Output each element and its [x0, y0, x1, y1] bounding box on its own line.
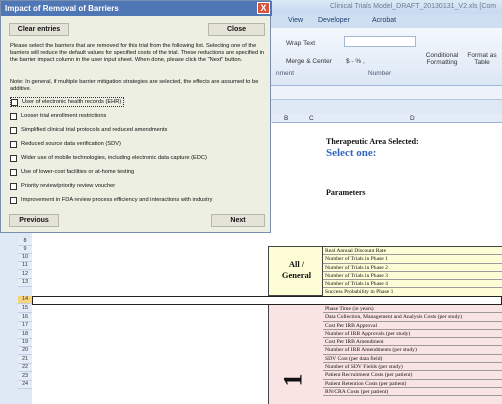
param-cell[interactable]: Patient Retention Costs (per patient): [323, 380, 502, 388]
checkbox[interactable]: [10, 112, 17, 120]
row-header[interactable]: 12: [18, 271, 32, 280]
row-header[interactable]: 20: [18, 347, 32, 356]
row-header[interactable]: 18: [18, 331, 32, 340]
note-text: Note: In general, if multiple barrier mi…: [10, 79, 259, 92]
all-general-label-line2: General: [281, 270, 312, 280]
barrier-option-label: Reduced source data verification (SDV): [21, 141, 121, 147]
param-cell[interactable]: Number of IRB Approvals (per study): [323, 330, 502, 339]
close-button[interactable]: Close: [208, 23, 265, 36]
barrier-options: User of electronic health records (EHR) …: [10, 97, 268, 207]
barrier-option[interactable]: Reduced source data verification (SDV): [10, 139, 121, 149]
row-header[interactable]: 13: [18, 279, 32, 288]
row-header[interactable]: 17: [18, 322, 32, 331]
checkbox[interactable]: [10, 196, 17, 204]
number-format-dropdown[interactable]: [344, 36, 416, 47]
dialog-title: Impact of Removal of Barriers: [1, 1, 272, 16]
param-cell[interactable]: Patient Recruitment Costs (per patient): [323, 371, 502, 380]
param-cell[interactable]: Number of SDV Fields (per study): [323, 363, 502, 372]
barrier-option[interactable]: Priority review/priority review voucher: [10, 181, 115, 191]
checkbox[interactable]: [10, 126, 17, 134]
general-params-list: Real Annual Discount Rate Number of Tria…: [323, 246, 502, 297]
checkbox[interactable]: [10, 182, 17, 190]
therapeutic-area-select[interactable]: Select one:: [326, 147, 376, 159]
barrier-option-label: Looser trial enrollment restrictions: [21, 113, 107, 119]
format-as-table-button[interactable]: Format as Table: [462, 52, 502, 66]
row-header[interactable]: 19: [18, 339, 32, 348]
window-title: Clinical Trials Model_DRAFT_20130131_V2.…: [330, 3, 497, 10]
barrier-option-label: User of electronic health records (EHR): [22, 99, 122, 105]
param-cell[interactable]: Cost Per IRB Approval: [323, 322, 502, 330]
barrier-option-label: Priority review/priority review voucher: [21, 183, 116, 189]
row-header[interactable]: 15: [18, 305, 32, 314]
phase-number: 1: [278, 373, 308, 387]
row-header[interactable]: 10: [18, 254, 32, 263]
barrier-option[interactable]: Looser trial enrollment restrictions: [10, 111, 106, 121]
row-header[interactable]: 23: [18, 373, 32, 382]
close-icon[interactable]: X: [257, 2, 270, 14]
param-cell[interactable]: Number of IRB Amendments (per study): [323, 346, 502, 355]
column-header-b[interactable]: B: [272, 114, 300, 123]
param-cell[interactable]: Number of Trials in Phase 1: [323, 255, 502, 264]
row-header[interactable]: 8: [18, 238, 32, 247]
row-header[interactable]: 9: [18, 246, 32, 255]
param-cell[interactable]: SDV Cost (per data field): [323, 355, 502, 364]
param-cell[interactable]: Number of Trials in Phase 2: [323, 264, 502, 272]
tab-acrobat[interactable]: Acrobat: [372, 17, 396, 24]
group-alignment-label: nment: [276, 70, 295, 77]
checkbox[interactable]: [10, 154, 17, 162]
param-cell[interactable]: Number of Trials in Phase 3: [323, 272, 502, 281]
next-button[interactable]: Next: [211, 214, 265, 227]
column-header-d[interactable]: D: [323, 114, 502, 123]
param-cell[interactable]: RN/CRA Costs (per patient): [323, 388, 502, 397]
row-header[interactable]: 16: [18, 314, 32, 323]
param-cell[interactable]: Data Collection, Management and Analysis…: [323, 313, 502, 322]
barrier-option[interactable]: Wider use of mobile technologies, includ…: [10, 153, 207, 163]
row-header[interactable]: 22: [18, 364, 32, 373]
barrier-option-label: Use of lower-cost facilities or at-home …: [21, 169, 135, 175]
selected-row-14[interactable]: [32, 296, 502, 305]
param-cell[interactable]: Number of Trials in Phase 4: [323, 280, 502, 289]
checkbox[interactable]: [11, 98, 18, 106]
row-header[interactable]: 21: [18, 356, 32, 365]
merge-center-button[interactable]: Merge & Center: [286, 58, 332, 65]
barrier-removal-dialog: Impact of Removal of Barriers X Clear en…: [0, 0, 272, 233]
clear-entries-button[interactable]: Clear entries: [9, 23, 69, 36]
instructions-text: Please select the barriers that are remo…: [10, 43, 265, 63]
param-cell[interactable]: Phase Time (in years): [323, 305, 502, 314]
param-cell[interactable]: Cost Per IRB Amendment: [323, 338, 502, 347]
conditional-formatting-button[interactable]: Conditional Formatting: [422, 52, 462, 66]
phase1-params-list: Phase Time (in years) Data Collection, M…: [323, 305, 502, 404]
number-format-buttons[interactable]: $ - % ,: [346, 58, 365, 65]
therapeutic-area-label: Therapeutic Area Selected:: [326, 137, 419, 146]
previous-button[interactable]: Previous: [9, 214, 59, 227]
phase-1-block[interactable]: 1: [268, 305, 323, 404]
barrier-option[interactable]: Use of lower-cost facilities or at-home …: [10, 167, 134, 177]
barrier-option-label: Simplified clinical trial protocols and …: [21, 127, 168, 133]
tab-developer[interactable]: Developer: [318, 17, 350, 24]
tab-view[interactable]: View: [288, 17, 303, 24]
group-number-label: Number: [368, 70, 392, 77]
all-general-label-line1: All /: [288, 259, 305, 269]
row-header[interactable]: 24: [18, 381, 32, 390]
all-general-block[interactable]: All / General: [268, 246, 323, 296]
row-header[interactable]: 11: [18, 262, 32, 271]
barrier-option-label: Improvement in FDA review process effici…: [21, 197, 213, 203]
checkbox[interactable]: [10, 168, 17, 176]
barrier-option-label: Wider use of mobile technologies, includ…: [21, 155, 207, 161]
wrap-text-button[interactable]: Wrap Text: [286, 40, 315, 47]
param-cell[interactable]: Real Annual Discount Rate: [323, 247, 502, 256]
row-header-selected[interactable]: 14: [18, 296, 32, 305]
barrier-option[interactable]: User of electronic health records (EHR): [10, 97, 125, 107]
parameters-label: Parameters: [326, 188, 366, 197]
column-header-c[interactable]: C: [300, 114, 323, 123]
checkbox[interactable]: [10, 140, 17, 148]
barrier-option[interactable]: Improvement in FDA review process effici…: [10, 195, 212, 205]
barrier-option[interactable]: Simplified clinical trial protocols and …: [10, 125, 167, 135]
